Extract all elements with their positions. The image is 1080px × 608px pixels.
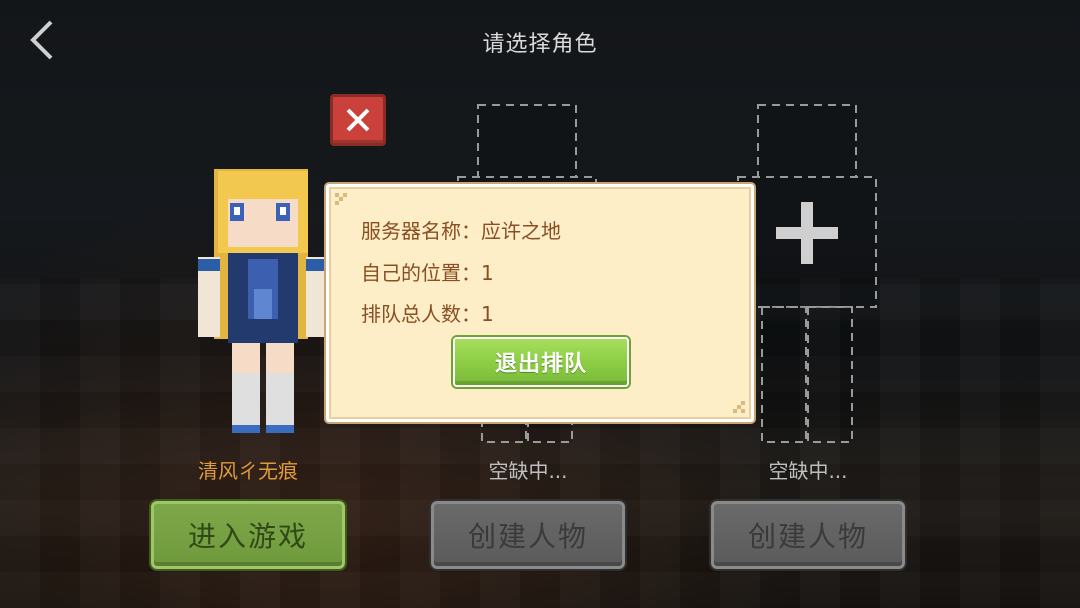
queue-position-line: 自己的位置：1 [361,257,494,286]
character-slot-1: 清风ㄔ无痕 进入游戏 [148,95,348,575]
server-name-label: 服务器名称： [361,219,481,243]
enter-game-button[interactable]: 进入游戏 [151,501,345,569]
server-name-line: 服务器名称：应许之地 [361,215,561,244]
close-icon [346,108,370,132]
empty-slot-label: 空缺中... [768,459,848,483]
empty-slot-label: 空缺中... [488,459,568,483]
plus-icon[interactable] [772,198,842,268]
queue-total-line: 排队总人数：1 [361,298,494,327]
create-character-button-2[interactable]: 创建人物 [431,501,625,569]
character-avatar[interactable] [168,99,328,444]
corner-decoration-icon [335,193,347,205]
page-title: 请选择角色 [482,32,598,57]
server-name-value: 应许之地 [481,219,561,243]
queue-total-value: 1 [481,302,494,326]
create-character-button-3[interactable]: 创建人物 [711,501,905,569]
character-name: 清风ㄔ无痕 [198,459,298,483]
queue-total-label: 排队总人数： [361,302,481,326]
queue-position-label: 自己的位置： [361,261,481,285]
quit-queue-button[interactable]: 退出排队 [453,337,629,387]
queue-position-value: 1 [481,261,494,285]
queue-dialog: 服务器名称：应许之地 自己的位置：1 排队总人数：1 退出排队 [326,184,754,422]
corner-decoration-icon [733,401,745,413]
